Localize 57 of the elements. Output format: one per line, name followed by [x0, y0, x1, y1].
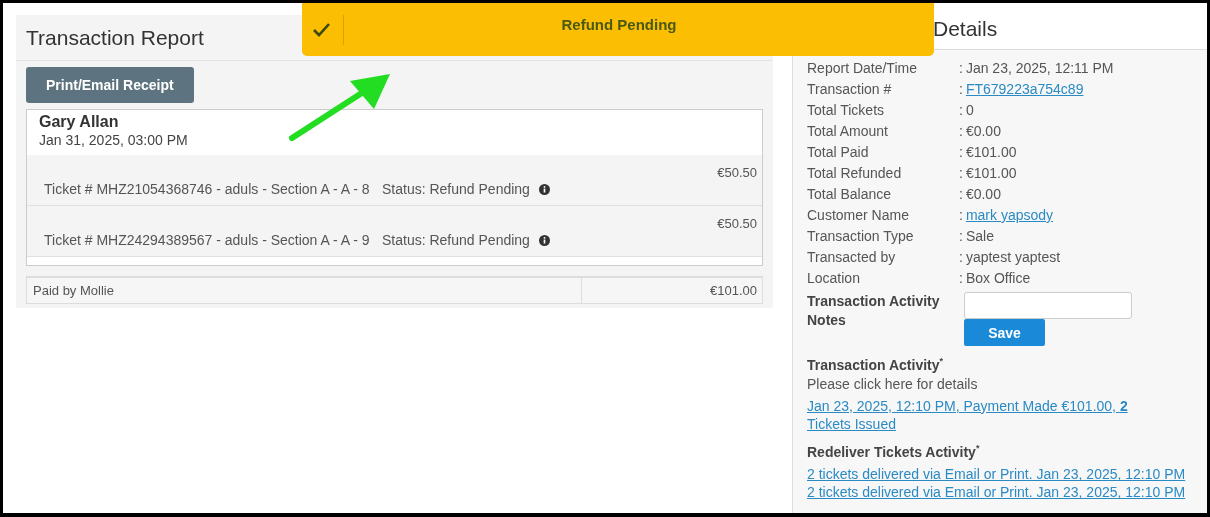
activity-link[interactable]: 2 tickets delivered via Email or Print. Jan 23, 2025, 12:10 PM	[807, 465, 1199, 484]
detail-label: Total Balance	[807, 185, 893, 204]
separator: :	[959, 186, 963, 202]
save-button[interactable]: Save	[964, 319, 1045, 346]
detail-value: Jan 23, 2025, 12:11 PM	[965, 60, 1114, 76]
payment-method: Paid by Mollie	[27, 278, 582, 303]
separator: :	[959, 81, 963, 97]
detail-value: yaptest yaptest	[965, 249, 1061, 265]
activity-link[interactable]: Jan 23, 2025, 12:10 PM, Payment Made €101.00, 2 Tickets Issued	[807, 396, 1167, 433]
detail-value: €0.00	[965, 123, 1001, 139]
separator: :	[959, 102, 963, 118]
ticket-status: Status: Refund Pending	[382, 232, 530, 249]
ticket-price: €50.50	[717, 165, 757, 180]
detail-label: Transaction Type	[807, 227, 915, 246]
detail-label: Total Tickets	[807, 101, 886, 120]
separator: :	[959, 270, 963, 286]
separator: :	[959, 123, 963, 139]
detail-label: Total Refunded	[807, 164, 903, 183]
section-title: Transaction Activity$^{*}$	[807, 355, 945, 375]
detail-label: Transacted by	[807, 248, 897, 267]
notes-label: Transaction Activity Notes	[807, 292, 941, 330]
separator: :	[959, 60, 963, 76]
ticket-description: Ticket # MHZ24294389567 - aduls - Section A - A - 9	[44, 232, 371, 249]
detail-value: €101.00	[965, 165, 1017, 181]
info-icon[interactable]	[538, 235, 550, 246]
detail-value: 0	[965, 102, 974, 118]
payment-amount: €101.00	[709, 282, 758, 300]
section-hint: Please click here for details	[807, 374, 979, 393]
activity-link[interactable]: 2 tickets delivered via Email or Print. Jan 23, 2025, 12:10 PM	[807, 483, 1199, 502]
detail-value: €0.00	[965, 186, 1001, 202]
detail-label: Total Amount	[807, 122, 889, 141]
print-email-button[interactable]: Print/Email Receipt	[26, 67, 194, 103]
separator: :	[959, 165, 963, 181]
separator: :	[959, 207, 963, 223]
detail-label: Customer Name	[807, 206, 910, 225]
detail-value: Sale	[965, 228, 994, 244]
event-date: Jan 31, 2025, 03:00 PM	[39, 132, 189, 148]
detail-label: Transaction #	[807, 80, 893, 99]
ticket-price: €50.50	[717, 216, 757, 231]
detail-label: Report Date/Time	[807, 59, 918, 78]
detail-link[interactable]: FT679223a754c89	[965, 81, 1084, 97]
ticket-description: Ticket # MHZ21054368746 - aduls - Section A - A - 8	[44, 181, 371, 198]
check-icon	[312, 21, 331, 38]
separator: :	[959, 228, 963, 244]
event-name: Gary Allan	[39, 113, 120, 131]
ticket-status: Status: Refund Pending	[382, 181, 530, 198]
detail-label: Location	[807, 269, 861, 288]
detail-label: Total Paid	[807, 143, 870, 162]
separator: :	[959, 144, 963, 160]
separator: :	[959, 249, 963, 265]
info-icon[interactable]	[538, 184, 550, 195]
detail-link[interactable]: mark yapsody	[965, 207, 1054, 223]
detail-value: Box Office	[965, 270, 1031, 286]
notes-field[interactable]	[964, 292, 1132, 319]
section-title: Redeliver Tickets Activity$^{*}$	[807, 441, 981, 462]
detail-value: €101.00	[965, 144, 1017, 160]
toast-message: Refund Pending	[560, 15, 678, 33]
